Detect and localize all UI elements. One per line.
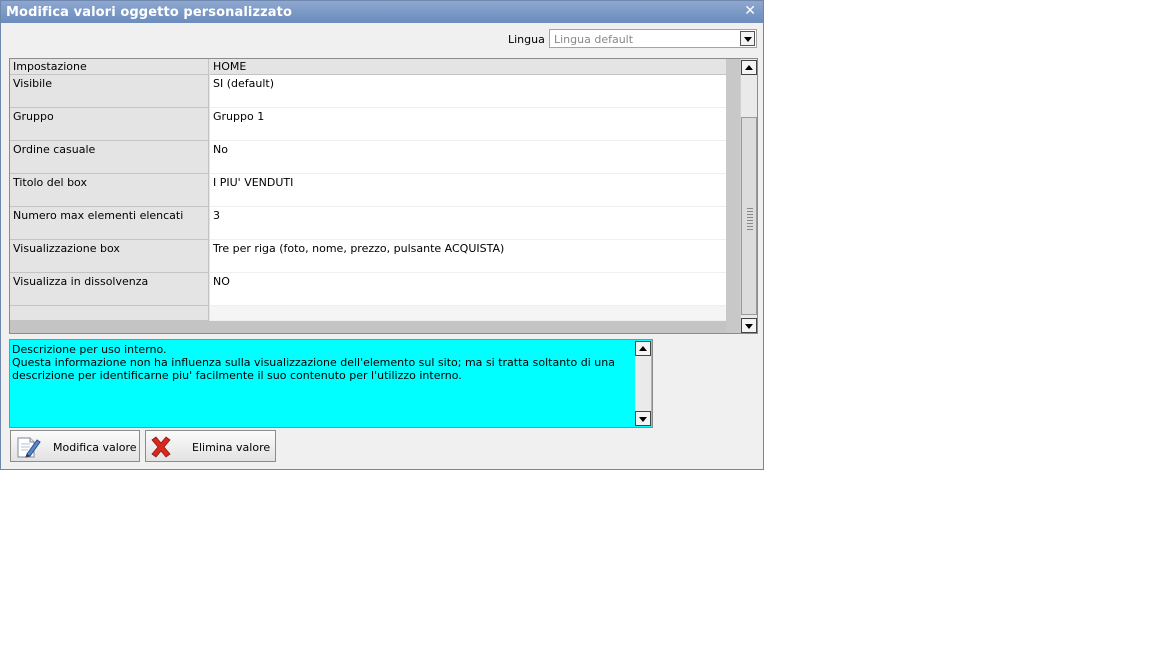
edit-value-button[interactable]: Modifica valore	[10, 430, 140, 462]
window-title: Modifica valori oggetto personalizzato	[6, 5, 293, 20]
grid-body: Impostazione HOME Visibile SI (default) …	[10, 59, 726, 321]
row-value-empty	[210, 306, 726, 321]
delete-value-label: Elimina valore	[192, 441, 271, 454]
row-label: Visualizza in dissolvenza	[10, 273, 209, 306]
row-label: Visibile	[10, 75, 209, 108]
table-row[interactable]: Visualizzazione box Tre per riga (foto, …	[10, 240, 726, 273]
row-label: Gruppo	[10, 108, 209, 141]
chevron-up-icon	[745, 65, 753, 70]
row-label: Ordine casuale	[10, 141, 209, 174]
row-label: Visualizzazione box	[10, 240, 209, 273]
scroll-up-button[interactable]	[635, 341, 651, 356]
grid-vertical-scrollbar[interactable]	[740, 59, 757, 333]
row-value[interactable]: NO	[210, 273, 726, 306]
chevron-down-icon	[639, 417, 647, 422]
grip-icon	[747, 208, 753, 230]
row-value[interactable]: I PIU' VENDUTI	[210, 174, 726, 207]
description-scrollbar[interactable]	[635, 341, 651, 426]
dropdown-button[interactable]	[740, 31, 755, 46]
row-value[interactable]: Tre per riga (foto, nome, prezzo, pulsan…	[210, 240, 726, 273]
language-label: Lingua :	[508, 33, 553, 46]
language-select[interactable]: Lingua default	[549, 29, 757, 48]
edit-document-icon	[17, 437, 41, 458]
row-value[interactable]: SI (default)	[210, 75, 726, 108]
table-row[interactable]: Visualizza in dissolvenza NO	[10, 273, 726, 306]
language-selected-value: Lingua default	[554, 33, 634, 46]
table-row[interactable]: Ordine casuale No	[10, 141, 726, 174]
horizontal-scrollbar[interactable]	[10, 321, 726, 333]
scroll-down-button[interactable]	[635, 411, 651, 426]
chevron-up-icon	[639, 346, 647, 351]
table-row[interactable]: Numero max elementi elencati 3	[10, 207, 726, 240]
scroll-down-button[interactable]	[741, 318, 757, 333]
table-row[interactable]: Titolo del box I PIU' VENDUTI	[10, 174, 726, 207]
chevron-down-icon	[745, 324, 753, 329]
title-bar[interactable]: Modifica valori oggetto personalizzato ✕	[1, 1, 763, 23]
red-x-icon	[151, 436, 171, 458]
description-text: Descrizione per uso interno. Questa info…	[12, 343, 615, 382]
grid-header-row: Impostazione HOME	[10, 59, 726, 75]
close-icon[interactable]: ✕	[744, 3, 756, 19]
edit-value-label: Modifica valore	[53, 441, 137, 454]
table-row[interactable]: Gruppo Gruppo 1	[10, 108, 726, 141]
chevron-down-icon	[744, 37, 752, 42]
row-value[interactable]: No	[210, 141, 726, 174]
scroll-thumb[interactable]	[741, 117, 757, 315]
header-label: Impostazione	[10, 59, 209, 75]
row-label: Titolo del box	[10, 174, 209, 207]
row-value[interactable]: Gruppo 1	[210, 108, 726, 141]
row-label: Numero max elementi elencati	[10, 207, 209, 240]
row-value[interactable]: 3	[210, 207, 726, 240]
table-row-empty	[10, 306, 726, 321]
settings-grid: Impostazione HOME Visibile SI (default) …	[9, 58, 758, 334]
delete-value-button[interactable]: Elimina valore	[145, 430, 276, 462]
description-box[interactable]: Descrizione per uso interno. Questa info…	[9, 339, 653, 428]
header-value: HOME	[210, 59, 726, 75]
scroll-up-button[interactable]	[741, 60, 757, 75]
table-row[interactable]: Visibile SI (default)	[10, 75, 726, 108]
dialog-window: Modifica valori oggetto personalizzato ✕…	[0, 0, 764, 470]
row-label-empty	[10, 306, 209, 321]
